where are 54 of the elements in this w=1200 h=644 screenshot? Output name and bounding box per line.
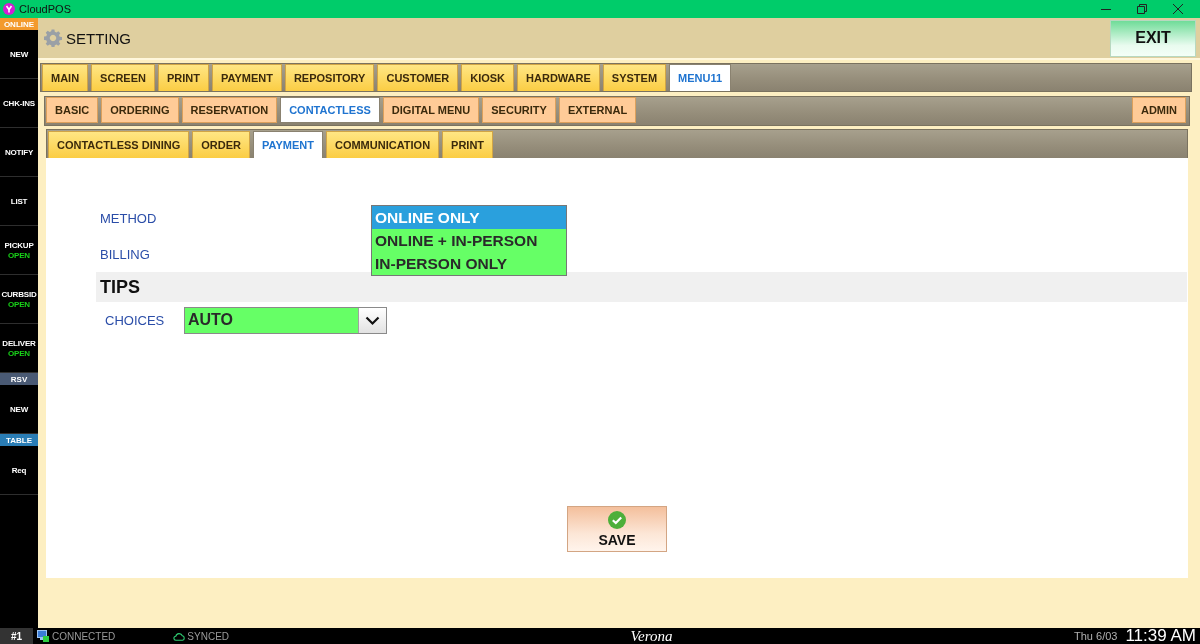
tab[interactable]: EXTERNAL bbox=[558, 97, 637, 123]
choices-dropdown[interactable]: AUTO bbox=[184, 306, 387, 334]
gear-icon bbox=[44, 29, 62, 47]
logo-icon bbox=[3, 3, 15, 15]
sync-status: SYNCED bbox=[187, 630, 230, 642]
tab[interactable]: PRINT bbox=[157, 64, 209, 91]
tab[interactable]: PRINT bbox=[442, 131, 494, 158]
tab[interactable]: DIGITAL MENU bbox=[382, 97, 480, 123]
section-heading: TIPS bbox=[96, 272, 1187, 302]
tab[interactable]: ORDER bbox=[192, 131, 250, 158]
tab[interactable]: SECURITY bbox=[482, 97, 556, 123]
dropdown-option[interactable]: ONLINE + IN-PERSON bbox=[372, 229, 566, 252]
tab[interactable]: KIOSK bbox=[461, 64, 515, 91]
tab[interactable]: CONTACTLESS bbox=[280, 97, 380, 123]
tab[interactable]: CUSTOMER bbox=[377, 64, 459, 91]
connection-status: CONNECTED bbox=[52, 630, 116, 642]
tab[interactable]: PAYMENT bbox=[253, 131, 323, 158]
status-text: OPEN bbox=[8, 250, 30, 260]
section-label: RSV bbox=[0, 373, 38, 385]
tab[interactable]: ORDERING bbox=[101, 97, 179, 123]
tab[interactable]: SYSTEM bbox=[602, 64, 667, 91]
save-button[interactable]: SAVE bbox=[567, 506, 667, 552]
terminal-badge: #1 bbox=[0, 628, 33, 644]
page-title: SETTING bbox=[66, 29, 131, 47]
tab[interactable]: SCREEN bbox=[91, 64, 155, 91]
check-circle-icon bbox=[608, 510, 626, 529]
tab[interactable]: COMMUNICATION bbox=[325, 131, 440, 158]
time-text: 11:39 AM bbox=[1125, 626, 1196, 644]
location-name: Verona bbox=[630, 628, 673, 644]
tab[interactable]: RESERVATION bbox=[181, 97, 278, 123]
field-label: BILLING bbox=[100, 246, 150, 262]
tab[interactable]: BASIC bbox=[46, 97, 99, 123]
tab[interactable]: REPOSITORY bbox=[284, 64, 375, 91]
field-label: METHOD bbox=[100, 210, 157, 226]
tab[interactable]: HARDWARE bbox=[517, 64, 600, 91]
cloud-icon bbox=[173, 631, 186, 641]
tab[interactable]: MAIN bbox=[42, 64, 89, 91]
tab[interactable]: CONTACTLESS DINING bbox=[48, 131, 190, 158]
status-text: OPEN bbox=[8, 299, 30, 309]
status-badge: ONLINE bbox=[0, 18, 38, 30]
date-text: Thu 6/03 bbox=[1074, 630, 1118, 642]
window-title: CloudPOS bbox=[19, 3, 71, 15]
tab[interactable]: PAYMENT bbox=[211, 64, 282, 91]
field-label: CHOICES bbox=[105, 312, 166, 328]
dropdown-option[interactable]: IN-PERSON ONLY bbox=[372, 252, 566, 275]
chevron-down-icon[interactable] bbox=[358, 307, 386, 333]
status-text: OPEN bbox=[8, 348, 30, 358]
section-label: TABLE bbox=[0, 434, 38, 446]
tab[interactable]: ADMIN bbox=[1131, 97, 1186, 123]
restore-icon[interactable] bbox=[1137, 4, 1147, 14]
tab[interactable]: MENU11 bbox=[669, 64, 732, 91]
exit-button[interactable]: EXIT bbox=[1110, 19, 1196, 57]
close-icon[interactable] bbox=[1173, 4, 1183, 14]
computer-icon bbox=[37, 630, 49, 642]
